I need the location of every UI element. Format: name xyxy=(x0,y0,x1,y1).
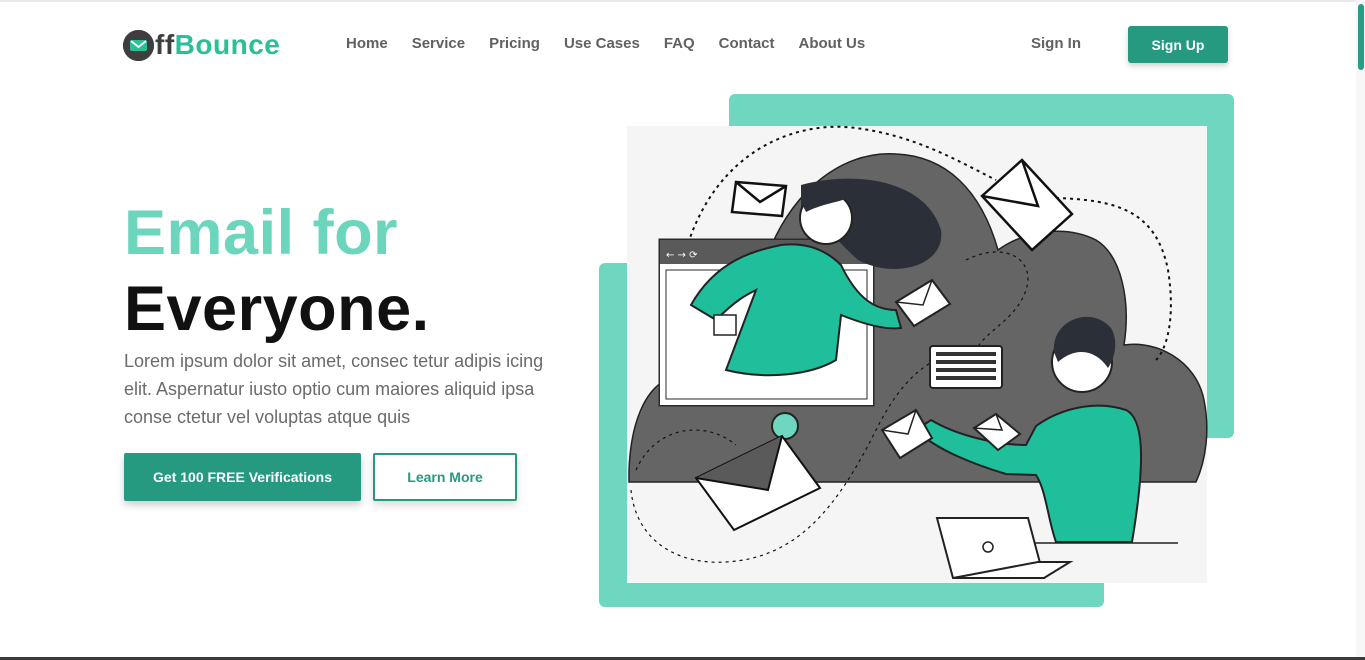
nav-pricing[interactable]: Pricing xyxy=(489,35,540,53)
brand-name-dark: ff xyxy=(155,29,175,60)
hero-title-line2: Everyone. xyxy=(124,274,430,344)
svg-text:← → ⟳: ← → ⟳ xyxy=(666,250,698,261)
sign-in-link[interactable]: Sign In xyxy=(1031,35,1081,53)
nav-about-us[interactable]: About Us xyxy=(799,35,866,53)
nav-use-cases[interactable]: Use Cases xyxy=(564,35,640,53)
envelope-logo-icon xyxy=(123,29,154,61)
brand-logo[interactable]: ffBounce xyxy=(123,28,280,62)
nav-service[interactable]: Service xyxy=(412,35,465,53)
learn-more-button[interactable]: Learn More xyxy=(373,453,517,501)
email-exchange-illustration: ← → ⟳ xyxy=(596,90,1241,610)
brand-name-accent: Bounce xyxy=(174,29,281,60)
scrollbar-thumb[interactable] xyxy=(1358,4,1364,70)
nav-home[interactable]: Home xyxy=(346,35,388,53)
envelope-topleft xyxy=(730,180,788,218)
nav-contact[interactable]: Contact xyxy=(719,35,775,53)
main-nav: Home Service Pricing Use Cases FAQ Conta… xyxy=(346,35,889,53)
hero-title-line1: Email for xyxy=(124,198,399,268)
brand-name: ffBounce xyxy=(155,31,280,59)
nav-faq[interactable]: FAQ xyxy=(664,35,695,53)
pin-circle xyxy=(771,412,799,440)
top-border xyxy=(0,0,1365,2)
scrollbar[interactable] xyxy=(1356,0,1365,660)
get-free-verifications-button[interactable]: Get 100 FREE Verifications xyxy=(124,453,361,501)
hero-description: Lorem ipsum dolor sit amet, consec tetur… xyxy=(124,351,544,427)
sign-up-button[interactable]: Sign Up xyxy=(1128,26,1228,63)
